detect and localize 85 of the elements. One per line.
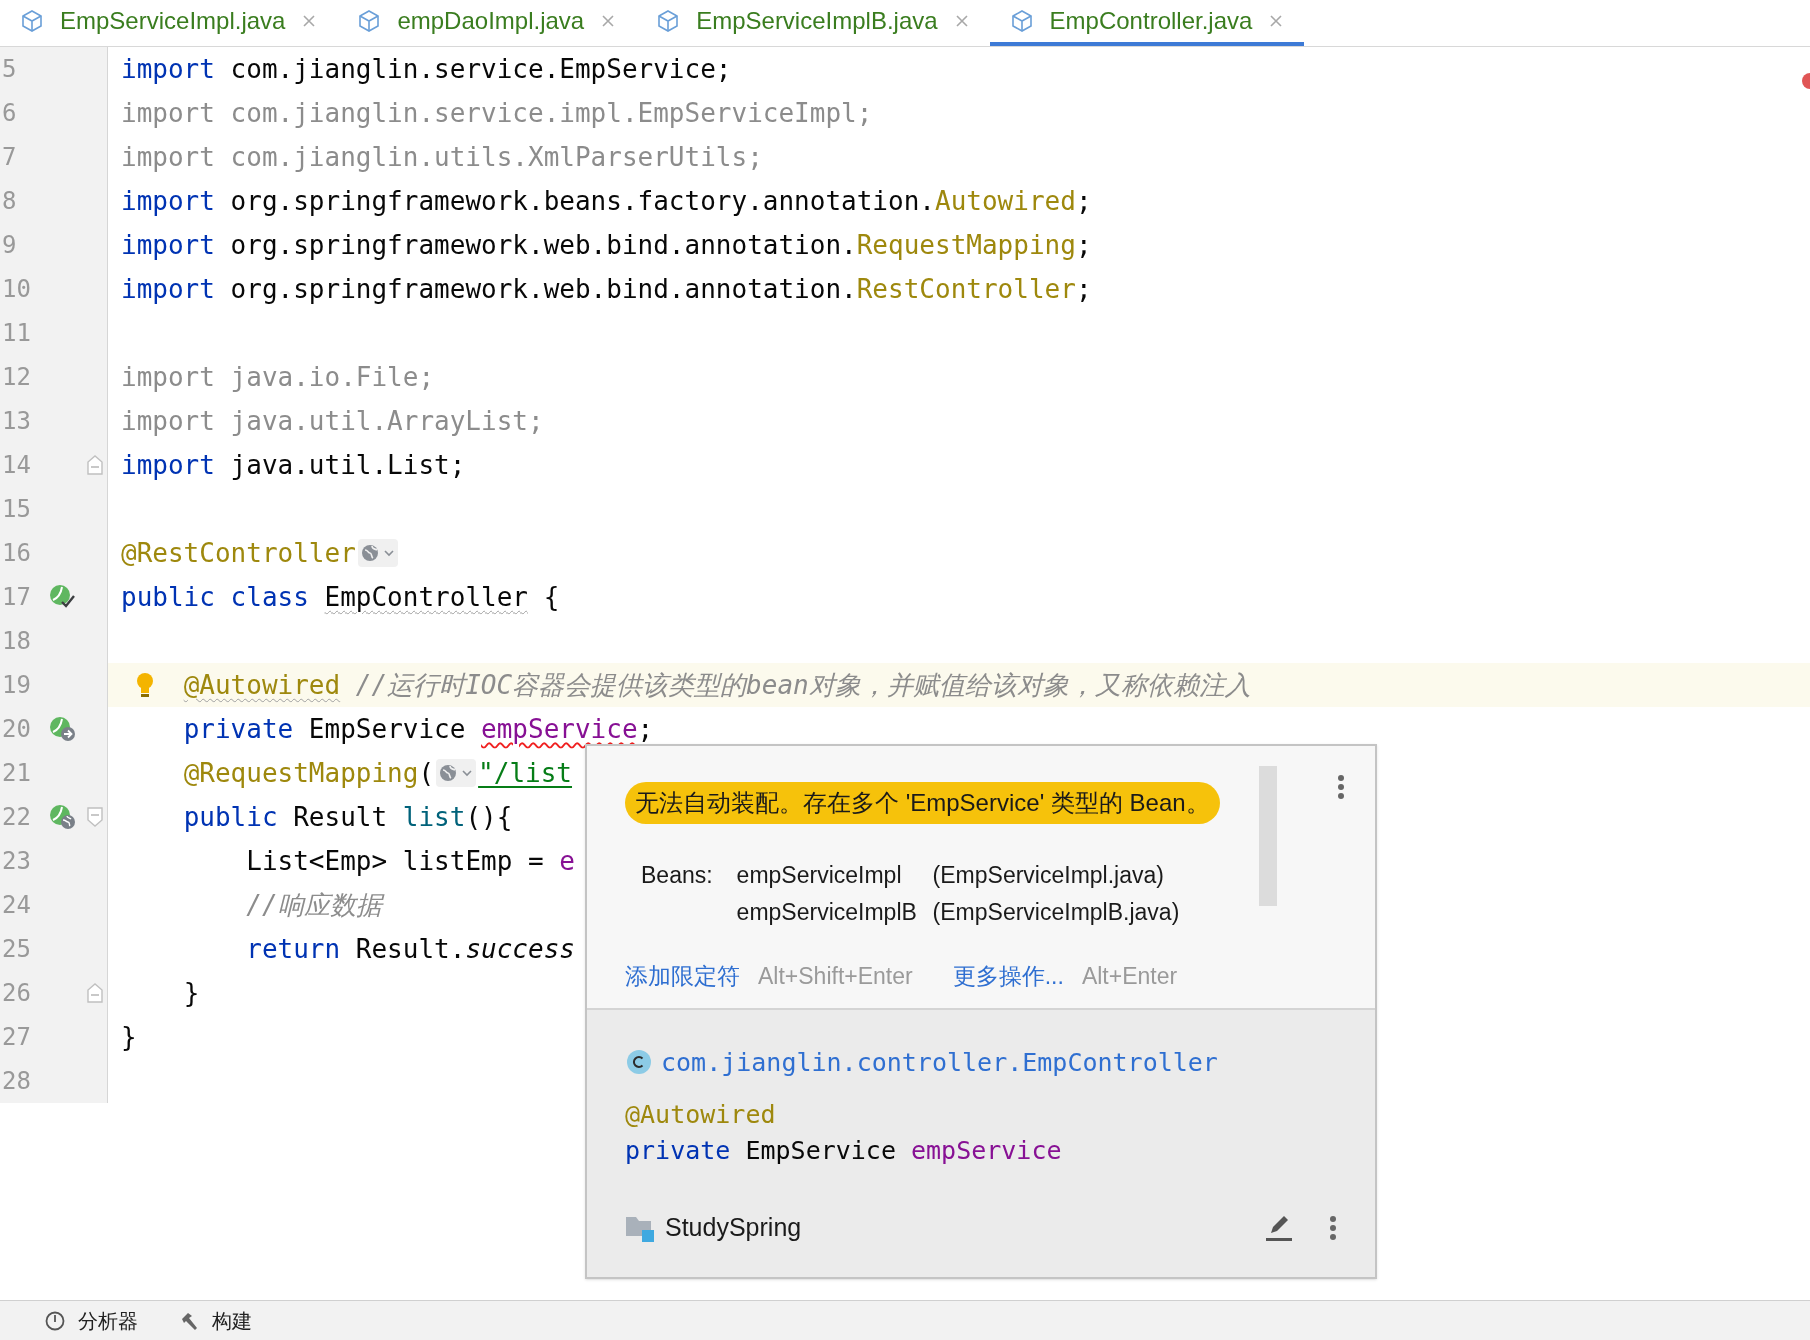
line-number: 24 bbox=[1, 890, 32, 921]
editor-tab[interactable]: EmpController.java bbox=[989, 0, 1305, 46]
action-link[interactable]: 添加限定符 bbox=[625, 959, 740, 994]
class-icon bbox=[625, 1048, 653, 1077]
code-line: import org.springframework.beans.factory.annotation.Autowired; bbox=[121, 184, 1092, 218]
line-number: 10 bbox=[1, 274, 32, 305]
bean-name: empServiceImpl bbox=[736, 861, 903, 890]
line-number: 19 bbox=[1, 670, 32, 701]
line-number: 14 bbox=[1, 450, 32, 481]
line-number: 17 bbox=[1, 582, 32, 613]
code-line: return Result.success bbox=[246, 932, 575, 966]
code-line: } bbox=[183, 976, 200, 1010]
line-number: 6 bbox=[1, 98, 18, 129]
cube-icon bbox=[1009, 9, 1034, 33]
close-icon[interactable] bbox=[953, 13, 970, 29]
line-number: 13 bbox=[1, 406, 32, 437]
line-number: 11 bbox=[1, 318, 32, 349]
code-line: private EmpService empService bbox=[625, 1136, 1062, 1165]
code-line: import org.springframework.web.bind.annotation.RequestMapping; bbox=[121, 228, 1092, 262]
web-endpoint-icon[interactable] bbox=[436, 759, 477, 787]
line-number: 9 bbox=[1, 230, 18, 261]
code-line: public Result list(){ bbox=[183, 800, 513, 834]
lightbulb-icon[interactable] bbox=[134, 671, 156, 699]
line-number: 23 bbox=[1, 846, 32, 877]
code-line: private EmpService empService; bbox=[183, 712, 654, 746]
line-number: 8 bbox=[1, 186, 18, 217]
line-number: 15 bbox=[1, 494, 32, 525]
code-line: import java.util.ArrayList; bbox=[121, 404, 544, 438]
line-number: 25 bbox=[1, 934, 32, 965]
line-number: 5 bbox=[1, 54, 18, 85]
close-icon[interactable] bbox=[1268, 13, 1285, 29]
cube-icon bbox=[20, 9, 44, 33]
beans-label: Beans: bbox=[641, 861, 713, 890]
close-icon[interactable] bbox=[301, 13, 318, 29]
line-number: 22 bbox=[1, 802, 32, 833]
code-line: import com.jianglin.service.EmpService; bbox=[121, 52, 732, 86]
close-icon[interactable] bbox=[600, 13, 617, 29]
more-icon[interactable] bbox=[1337, 774, 1345, 800]
editor-tab[interactable]: EmpServiceImpl.java bbox=[0, 0, 338, 46]
tool-window-button[interactable]: 分析器 bbox=[44, 1305, 138, 1336]
line-number: 20 bbox=[1, 714, 32, 745]
fold-marker-icon[interactable] bbox=[86, 806, 104, 828]
code-line: import org.springframework.web.bind.annotation.RestController; bbox=[121, 272, 1092, 306]
code-line: import com.jianglin.service.impl.EmpServiceImpl; bbox=[121, 96, 873, 130]
line-number: 12 bbox=[1, 362, 32, 393]
class-reference[interactable]: com.jianglin.controller.EmpController bbox=[661, 1043, 1218, 1081]
shortcut-hint: Alt+Enter bbox=[1081, 962, 1178, 991]
cube-icon bbox=[656, 9, 681, 33]
web-endpoint-icon[interactable] bbox=[357, 539, 398, 567]
code-line: import java.util.List; bbox=[121, 448, 466, 482]
editor-tab[interactable]: EmpServiceImplB.java bbox=[636, 0, 990, 46]
bean-globe-icon[interactable] bbox=[47, 802, 77, 832]
bean-file: (EmpServiceImpl.java) bbox=[932, 861, 1164, 890]
line-number: 18 bbox=[1, 626, 32, 657]
line-number: 28 bbox=[1, 1066, 32, 1097]
fold-marker-icon[interactable] bbox=[86, 454, 104, 476]
cube-icon bbox=[357, 9, 382, 33]
fold-marker-icon[interactable] bbox=[86, 982, 104, 1004]
bean-arrow-icon[interactable] bbox=[47, 714, 77, 744]
code-line: @RequestMapping( bbox=[183, 756, 435, 790]
code-line: List<Emp> listEmp = e bbox=[246, 844, 575, 878]
more-icon[interactable] bbox=[1329, 1214, 1337, 1241]
gauge-icon bbox=[44, 1309, 66, 1332]
line-number: 27 bbox=[1, 1022, 32, 1053]
line-number: 21 bbox=[1, 758, 32, 789]
code-line: public class EmpController { bbox=[121, 580, 560, 614]
code-line: @Autowired //运行时IOC容器会提供该类型的bean对象，并赋值给该对象，又称依赖注入 bbox=[183, 668, 1251, 702]
code-line: "/list bbox=[478, 756, 572, 790]
code-line: @Autowired bbox=[625, 1100, 776, 1129]
bean-file: (EmpServiceImplB.java) bbox=[932, 897, 1180, 927]
code-line: @RestController bbox=[121, 536, 356, 570]
line-number: 26 bbox=[1, 978, 32, 1009]
tool-window-button[interactable]: 构建 bbox=[178, 1305, 252, 1336]
edit-icon[interactable] bbox=[1263, 1213, 1293, 1242]
code-line: import com.jianglin.utils.XmlParserUtils; bbox=[121, 140, 763, 174]
project-name: StudySpring bbox=[665, 1212, 802, 1243]
code-line: import java.io.File; bbox=[121, 360, 435, 394]
action-link[interactable]: 更多操作... bbox=[952, 959, 1064, 994]
code-line: } bbox=[121, 1020, 137, 1054]
line-number: 16 bbox=[1, 538, 32, 569]
line-number: 7 bbox=[1, 142, 18, 173]
shortcut-hint: Alt+Shift+Enter bbox=[758, 962, 913, 991]
scrollbar-thumb[interactable] bbox=[1259, 766, 1277, 906]
problem-message: 无法自动装配。存在多个 'EmpService' 类型的 Bean。 bbox=[625, 782, 1220, 824]
editor-tab[interactable]: empDaoImpl.java bbox=[337, 0, 637, 46]
